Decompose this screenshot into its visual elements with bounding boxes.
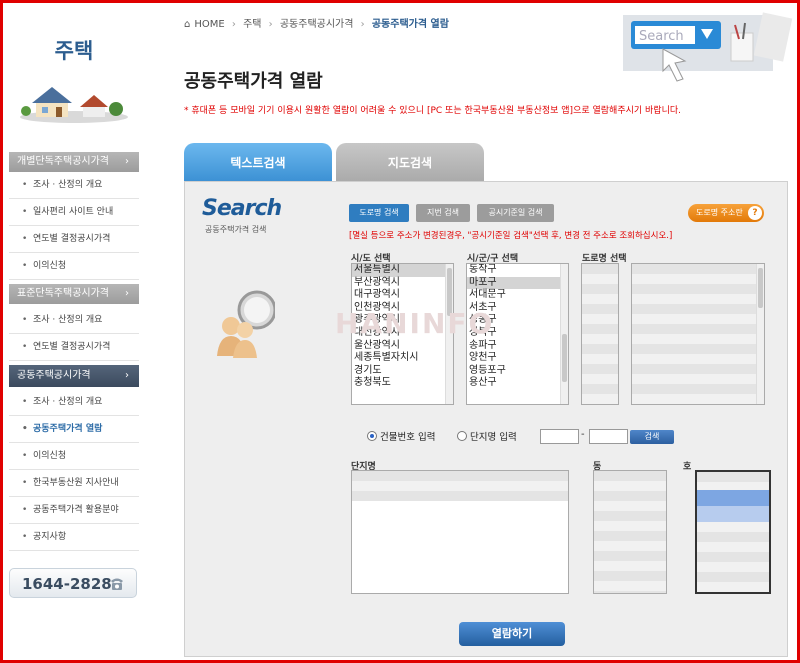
- tab-map-search[interactable]: 지도검색: [336, 143, 484, 183]
- list-item[interactable]: 양천구: [467, 352, 568, 365]
- sidebar-section-label: 표준단독주택공시가격: [17, 288, 109, 299]
- list-item[interactable]: 서울특별시: [352, 264, 453, 277]
- tab-text-search[interactable]: 텍스트검색: [184, 143, 332, 183]
- sidebar-item-branch[interactable]: 한국부동산원 지사안내: [9, 470, 139, 497]
- breadcrumb-separator: ›: [268, 19, 273, 30]
- breadcrumb-level2[interactable]: 공동주택공시가격: [280, 19, 354, 30]
- road-list-right[interactable]: [631, 263, 765, 405]
- radio-label: 건물번호 입력: [380, 432, 436, 443]
- person-search-illustration-icon: [217, 290, 275, 358]
- list-item[interactable]: 영등포구: [467, 365, 568, 378]
- chevron-right-icon: ›: [125, 156, 129, 167]
- help-icon: ?: [748, 206, 762, 220]
- search-subtitle: 공동주택가격 검색: [205, 225, 267, 234]
- list-item[interactable]: 서대문구: [467, 289, 568, 302]
- chevron-right-icon: ›: [125, 288, 129, 299]
- breadcrumb-home[interactable]: HOME: [194, 19, 224, 30]
- breadcrumb-separator: ›: [231, 19, 236, 30]
- phone-box: 1644-2828: [9, 568, 137, 598]
- phone-number: 1644-2828: [22, 575, 112, 593]
- jibun-search-button[interactable]: 지번 검색: [416, 204, 470, 222]
- home-icon[interactable]: ⌂: [184, 19, 190, 30]
- breadcrumb-separator: ›: [360, 19, 365, 30]
- search-button[interactable]: 검색: [630, 430, 674, 444]
- date-search-button[interactable]: 공시기준일 검색: [477, 204, 554, 222]
- selected-row: [697, 490, 769, 506]
- sidebar: 주택 개별단독주택공시가격 › 조사 · 산정의 개요 일사편리 사이트 안내 …: [3, 3, 145, 660]
- house-illustration-icon: [20, 87, 128, 123]
- radio-checked-icon: [367, 431, 377, 441]
- sidebar-section-apartment[interactable]: 공동주택공시가격 ›: [9, 365, 139, 387]
- search-warning: [멸실 등으로 주소가 변경된경우, "공시기준일 검색"선택 후, 변경 전 …: [349, 231, 673, 241]
- list-item[interactable]: 마포구: [467, 276, 568, 290]
- header-illustration-text: Search: [639, 29, 684, 44]
- list-item[interactable]: 용산구: [467, 377, 568, 390]
- list-item[interactable]: 경기도: [352, 365, 453, 378]
- sidebar-item-ilsa-site[interactable]: 일사편리 사이트 안내: [9, 199, 139, 226]
- breadcrumb-current: 공동주택가격 열람: [371, 19, 449, 30]
- chevron-right-icon: ›: [125, 370, 129, 381]
- list-item[interactable]: 부산광역시: [352, 277, 453, 290]
- mobile-notice: * 휴대폰 등 모바일 기기 이용시 원활한 열람이 어려울 수 있으니 [PC…: [184, 106, 682, 116]
- watermark: HANINFO: [335, 307, 495, 340]
- list-item[interactable]: 울산광역시: [352, 340, 453, 353]
- list-item[interactable]: 송파구: [467, 340, 568, 353]
- list-item[interactable]: 세종특별자치시: [352, 352, 453, 365]
- page-frame: 주택 개별단독주택공시가격 › 조사 · 산정의 개요 일사편리 사이트 안내 …: [3, 3, 797, 660]
- input-separator: -: [581, 429, 585, 440]
- dong-list[interactable]: [593, 470, 667, 594]
- list-item[interactable]: 충청북도: [352, 377, 453, 390]
- sidebar-section-standard[interactable]: 표준단독주택공시가격 ›: [9, 284, 139, 304]
- sidebar-title: 주택: [54, 39, 94, 63]
- sidebar-item-overview[interactable]: 조사 · 산정의 개요: [9, 172, 139, 199]
- list-item[interactable]: 동작구: [467, 264, 568, 277]
- page-title: 공동주택가격 열람: [184, 71, 323, 92]
- road-search-button[interactable]: 도로명 검색: [349, 204, 409, 222]
- radio-unchecked-icon: [457, 431, 467, 441]
- radio-label: 단지명 입력: [470, 432, 517, 443]
- road-address-button[interactable]: 도로명 주소란 ?: [688, 204, 764, 222]
- list-item[interactable]: 대구광역시: [352, 289, 453, 302]
- search-logo: Search: [202, 196, 282, 221]
- breadcrumb-level1[interactable]: 주택: [243, 19, 261, 30]
- breadcrumb: ⌂ HOME › 주택 › 공동주택공시가격 › 공동주택가격 열람: [184, 15, 453, 30]
- sidebar-item-apartment-view[interactable]: 공동주택가격 열람: [9, 416, 139, 443]
- sidebar-item-yearly-price[interactable]: 연도별 결정공시가격: [9, 334, 139, 361]
- ho-list[interactable]: [695, 470, 771, 594]
- search-panel: Search 공동주택가격 검색 도로명 검색 지번 검색 공시기준일 검색 도…: [184, 181, 788, 657]
- radio-building-number[interactable]: 건물번호 입력: [367, 429, 435, 443]
- scrollbar[interactable]: [560, 264, 568, 404]
- highlight-row: [697, 506, 769, 522]
- scrollbar[interactable]: [756, 264, 764, 404]
- sidebar-section-label: 개별단독주택공시가격: [17, 156, 109, 167]
- sidebar-item-notice[interactable]: 공지사항: [9, 524, 139, 551]
- building-number-sub-input[interactable]: [589, 429, 628, 444]
- search-monitor-illustration-icon: Search: [623, 12, 793, 82]
- sidebar-item-overview[interactable]: 조사 · 산정의 개요: [9, 389, 139, 416]
- complex-list[interactable]: [351, 470, 569, 594]
- phone-icon: [111, 578, 123, 590]
- road-address-label: 도로명 주소란: [696, 208, 743, 217]
- ho-label: 호: [683, 462, 692, 472]
- sidebar-section-label: 공동주택공시가격: [17, 370, 91, 381]
- view-button[interactable]: 열람하기: [459, 622, 565, 646]
- road-list-left[interactable]: [581, 263, 619, 405]
- sidebar-item-yearly-price[interactable]: 연도별 결정공시가격: [9, 226, 139, 253]
- radio-complex-name[interactable]: 단지명 입력: [457, 429, 517, 443]
- sidebar-item-overview[interactable]: 조사 · 산정의 개요: [9, 307, 139, 334]
- building-number-main-input[interactable]: [540, 429, 579, 444]
- sidebar-section-individual[interactable]: 개별단독주택공시가격 ›: [9, 152, 139, 172]
- sidebar-item-objection[interactable]: 이의신청: [9, 443, 139, 470]
- sidebar-item-objection[interactable]: 이의신청: [9, 253, 139, 280]
- sidebar-item-usage[interactable]: 공동주택가격 활용분야: [9, 497, 139, 524]
